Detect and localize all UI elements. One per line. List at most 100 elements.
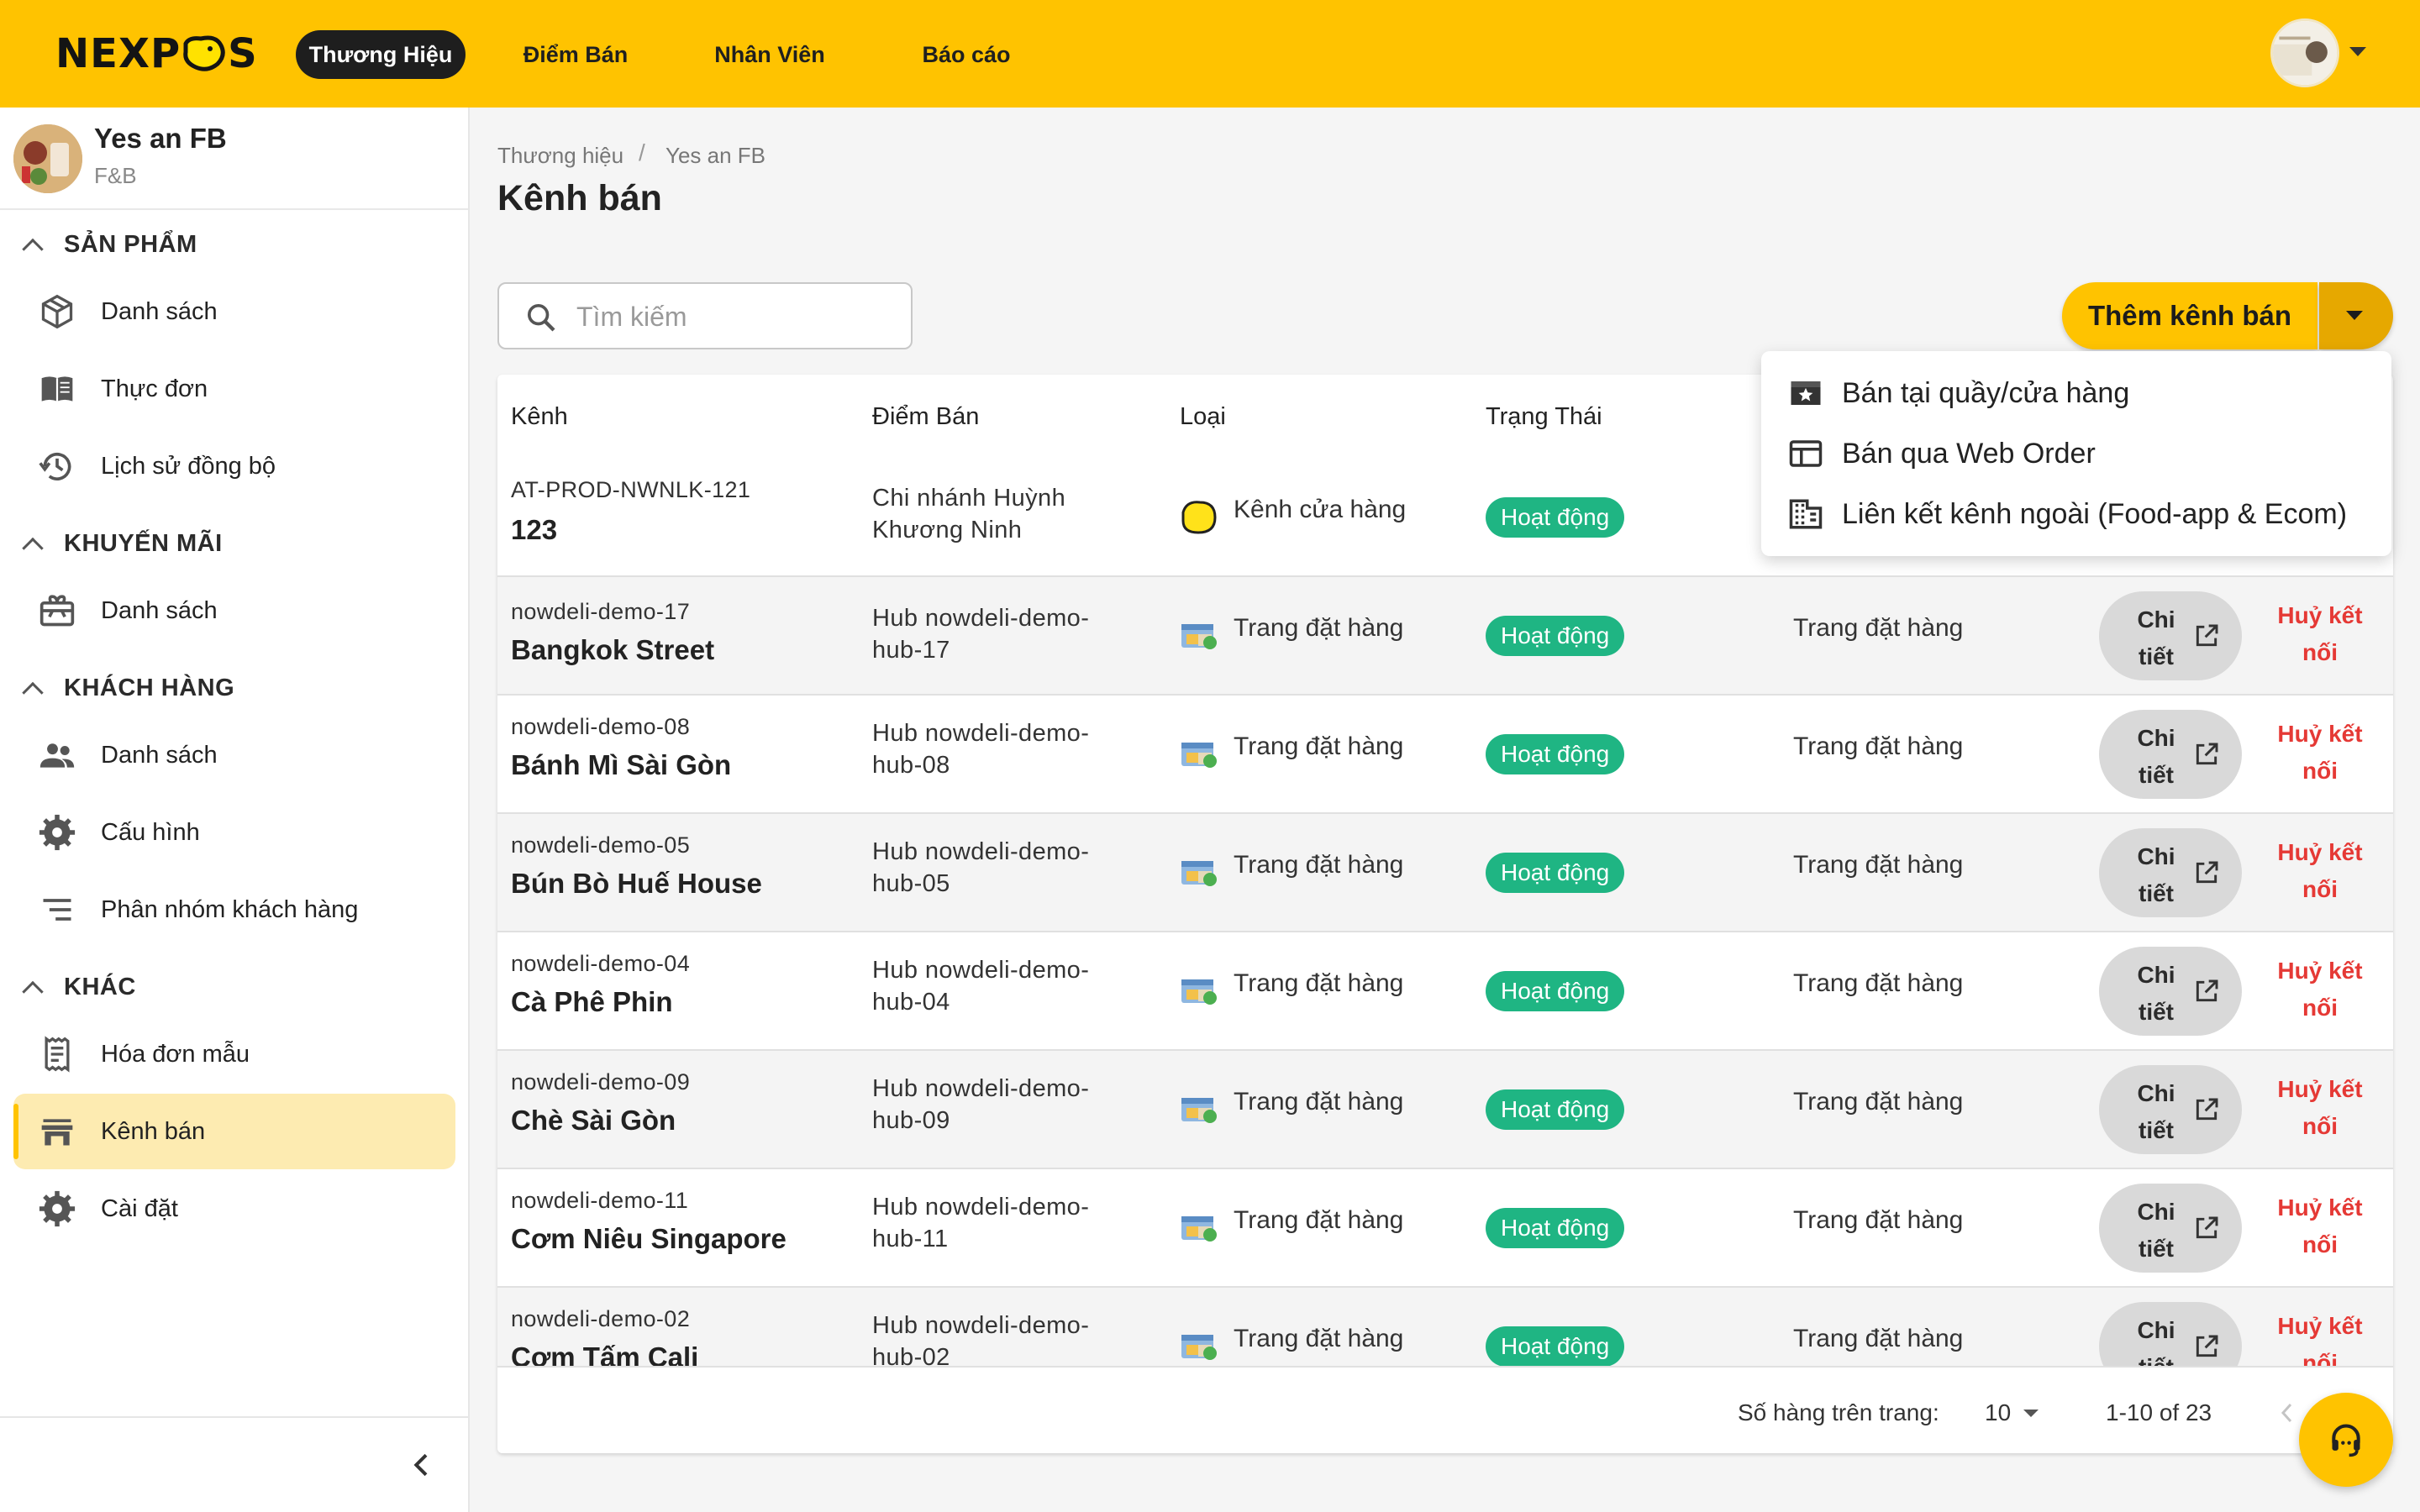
menu-item-web-order[interactable]: Bán qua Web Order: [1761, 423, 2391, 484]
gear-icon: [39, 1190, 76, 1227]
add-channel-button[interactable]: Thêm kênh bán: [2062, 282, 2317, 349]
table-body: AT-PROD-NWNLK-121 123 Chi nhánh Huỳnh Kh…: [497, 459, 2393, 1366]
detail-button[interactable]: Chi tiết: [2099, 710, 2242, 799]
order-page-icon: [1178, 853, 1218, 893]
sidebar-item-cai-dat[interactable]: Cài đặt: [13, 1171, 455, 1247]
status-badge: Hoạt động: [1486, 1089, 1625, 1130]
menu-item-lien-ket-kenh-ngoai[interactable]: Liên kết kênh ngoài (Food-app & Ecom): [1761, 484, 2391, 544]
table-row[interactable]: nowdeli-demo-08 Bánh Mì Sài Gòn Hub nowd…: [497, 696, 2393, 814]
rows-per-page-select[interactable]: 10: [1985, 1399, 2011, 1426]
status-badge: Hoạt động: [1486, 1208, 1625, 1248]
sidebar-item-hoa-don-mau[interactable]: Hóa đơn mẫu: [13, 1016, 455, 1092]
status-badge: Hoạt động: [1486, 971, 1625, 1011]
support-chat-button[interactable]: [2299, 1393, 2393, 1487]
breadcrumb-brand[interactable]: Yes an FB: [666, 143, 765, 169]
nav-nhan-vien[interactable]: Nhân Viên: [689, 30, 850, 79]
status-badge: Hoạt động: [1486, 497, 1625, 538]
section-khac[interactable]: KHÁC: [0, 966, 468, 1008]
rows-per-page-caret-icon[interactable]: [2023, 1410, 2039, 1417]
channel-type: Trang đặt hàng: [1234, 732, 1404, 760]
section-san-pham[interactable]: SẢN PHẨM: [0, 223, 468, 265]
sidebar-item-label: Danh sách: [101, 297, 218, 325]
store-name: Chi nhánh Huỳnh Khương Ninh: [872, 485, 1066, 543]
unlink-button[interactable]: Huỷ kết nối: [2274, 597, 2366, 671]
table-row[interactable]: nowdeli-demo-09 Chè Sài Gòn Hub nowdeli-…: [497, 1051, 2393, 1169]
column-header-loai[interactable]: Loại: [1180, 403, 1226, 431]
breadcrumb-separator: /: [639, 139, 645, 165]
sidebar-item-kenh-ban[interactable]: Kênh bán: [13, 1094, 455, 1169]
store-name: Hub nowdeli-demo-hub-05: [872, 838, 1090, 897]
nav-diem-ban[interactable]: Điểm Bán: [504, 30, 647, 79]
unlink-button[interactable]: Huỷ kết nối: [2274, 1308, 2366, 1366]
building-icon: [1789, 499, 1823, 529]
chevron-up-icon: [22, 980, 44, 1003]
unlink-button[interactable]: Huỷ kết nối: [2274, 716, 2366, 790]
table-row[interactable]: nowdeli-demo-05 Bún Bò Huế House Hub now…: [497, 814, 2393, 932]
store-name: Hub nowdeli-demo-hub-09: [872, 1075, 1090, 1134]
order-page-icon: [1178, 1089, 1218, 1130]
section-khuyen-mai[interactable]: KHUYẾN MÃI: [0, 522, 468, 564]
detail-button[interactable]: Chi tiết: [2099, 828, 2242, 917]
column-header-diem-ban[interactable]: Điểm Bán: [872, 403, 979, 431]
brand-header[interactable]: Yes an FB F&B: [0, 108, 468, 210]
sidebar-divider: [0, 1416, 468, 1418]
sidebar-item-san-pham-danh-sach[interactable]: Danh sách: [13, 274, 455, 349]
sidebar-item-label: Cấu hình: [101, 818, 200, 846]
table-row[interactable]: nowdeli-demo-11 Cơm Niêu Singapore Hub n…: [497, 1169, 2393, 1288]
channel-name: Cơm Niêu Singapore: [511, 1223, 786, 1254]
table-row[interactable]: nowdeli-demo-04 Cà Phê Phin Hub nowdeli-…: [497, 932, 2393, 1051]
detail-label: Chi tiết: [2137, 843, 2175, 906]
sidebar-item-phan-nhom-khach-hang[interactable]: Phân nhóm khách hàng: [13, 872, 455, 948]
storefront-star-icon: [1791, 381, 1821, 405]
order-page-icon: [1178, 734, 1218, 774]
channel-extra: Trang đặt hàng: [1793, 732, 1964, 760]
unlink-button[interactable]: Huỷ kết nối: [2274, 1189, 2366, 1263]
status-badge: Hoạt động: [1486, 734, 1625, 774]
previous-page-chevron-icon[interactable]: [2277, 1401, 2297, 1425]
collapse-sidebar-chevron-left-icon[interactable]: [405, 1448, 439, 1482]
channel-code: nowdeli-demo-11: [511, 1188, 689, 1213]
sidebar-item-thuc-don[interactable]: Thực đơn: [13, 351, 455, 427]
nav-thuong-hieu[interactable]: Thương Hiệu: [296, 30, 466, 79]
channel-code: nowdeli-demo-05: [511, 832, 691, 858]
detail-label: Chi tiết: [2137, 1317, 2175, 1366]
gear-icon: [39, 814, 76, 851]
section-khach-hang[interactable]: KHÁCH HÀNG: [0, 667, 468, 709]
breadcrumb-thuong-hieu[interactable]: Thương hiệu: [497, 143, 623, 169]
table-row[interactable]: nowdeli-demo-02 Cơm Tấm Cali Hub nowdeli…: [497, 1288, 2393, 1366]
channel-extra: Trang đặt hàng: [1793, 614, 1964, 642]
search-icon: [528, 304, 555, 332]
order-page-icon: [1178, 1326, 1218, 1366]
detail-label: Chi tiết: [2137, 725, 2175, 788]
sidebar-item-khuyen-mai-danh-sach[interactable]: Danh sách: [13, 573, 455, 648]
nav-bao-cao[interactable]: Báo cáo: [891, 30, 1042, 79]
detail-button[interactable]: Chi tiết: [2099, 1184, 2242, 1273]
chevron-up-icon: [22, 681, 44, 704]
table-row[interactable]: nowdeli-demo-17 Bangkok Street Hub nowde…: [497, 577, 2393, 696]
account-menu-caret-icon[interactable]: [2349, 47, 2366, 56]
sidebar-item-khach-hang-danh-sach[interactable]: Danh sách: [13, 717, 455, 793]
user-avatar[interactable]: [2270, 18, 2339, 87]
unlink-button[interactable]: Huỷ kết nối: [2274, 834, 2366, 908]
sidebar-item-label: Thực đơn: [101, 375, 208, 402]
search-input[interactable]: [576, 296, 896, 338]
column-header-kenh[interactable]: Kênh: [511, 403, 568, 431]
open-external-icon: [2196, 1216, 2218, 1239]
unlink-button[interactable]: Huỷ kết nối: [2274, 1071, 2366, 1145]
add-channel-dropdown-toggle[interactable]: [2319, 282, 2393, 349]
sidebar-item-cau-hinh[interactable]: Cấu hình: [13, 795, 455, 870]
search-box[interactable]: [497, 282, 913, 349]
channel-name: Chè Sài Gòn: [511, 1105, 676, 1136]
column-header-trang-thai[interactable]: Trạng Thái: [1486, 403, 1602, 431]
nexpos-logo[interactable]: NEXP S: [55, 30, 258, 77]
unlink-button[interactable]: Huỷ kết nối: [2274, 953, 2366, 1026]
sidebar-item-lich-su-dong-bo[interactable]: Lịch sử đồng bộ: [13, 428, 455, 504]
detail-button[interactable]: Chi tiết: [2099, 1302, 2242, 1366]
people-icon: [39, 737, 76, 774]
detail-button[interactable]: Chi tiết: [2099, 947, 2242, 1036]
detail-button[interactable]: Chi tiết: [2099, 591, 2242, 680]
channel-code: nowdeli-demo-09: [511, 1069, 691, 1095]
receipt-icon: [39, 1036, 76, 1073]
detail-button[interactable]: Chi tiết: [2099, 1065, 2242, 1154]
menu-item-ban-tai-quay[interactable]: Bán tại quầy/cửa hàng: [1761, 363, 2391, 423]
